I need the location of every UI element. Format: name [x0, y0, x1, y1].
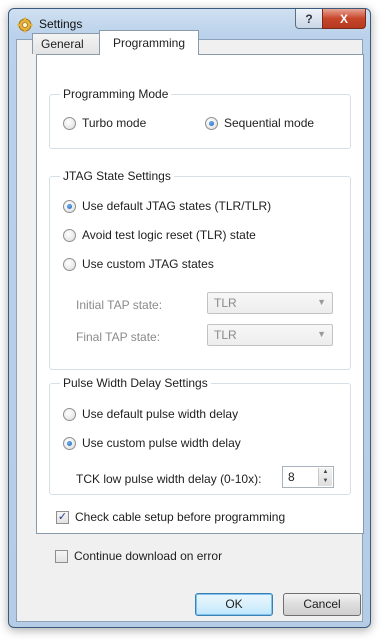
default-jtag-radio-indicator — [63, 199, 76, 213]
initial-tap-label: Initial TAP state: — [76, 298, 163, 312]
custom-pulse-label: Use custom pulse width delay — [82, 436, 241, 450]
sequential-mode-radio-indicator — [205, 116, 218, 130]
avoid-tlr-radio[interactable]: Avoid test logic reset (TLR) state — [63, 228, 256, 242]
default-jtag-radio[interactable]: Use default JTAG states (TLR/TLR) — [63, 199, 271, 213]
avoid-tlr-label: Avoid test logic reset (TLR) state — [82, 228, 256, 242]
continue-on-error-checkbox-box — [55, 549, 68, 563]
final-tap-value: TLR — [214, 328, 237, 342]
cancel-button[interactable]: Cancel — [283, 593, 361, 616]
programming-mode-title: Programming Mode — [60, 87, 172, 101]
pulse-width-title: Pulse Width Delay Settings — [60, 376, 211, 390]
settings-gear-icon — [17, 17, 33, 33]
custom-jtag-radio[interactable]: Use custom JTAG states — [63, 257, 214, 271]
close-button[interactable]: X — [322, 9, 366, 29]
final-tap-select[interactable]: TLR ▼ — [207, 324, 333, 346]
custom-pulse-radio-indicator — [63, 436, 76, 450]
stepper-buttons[interactable]: ▲ ▼ — [318, 468, 332, 486]
initial-tap-select[interactable]: TLR ▼ — [207, 292, 333, 314]
window-title: Settings — [39, 17, 83, 31]
pulse-width-group: Pulse Width Delay Settings Use default p… — [49, 376, 351, 495]
custom-jtag-radio-indicator — [63, 257, 76, 271]
default-pulse-radio[interactable]: Use default pulse width delay — [63, 407, 238, 421]
jtag-state-group: JTAG State Settings Use default JTAG sta… — [49, 169, 351, 370]
tab-general-label: General — [41, 37, 84, 51]
help-icon: ? — [305, 11, 313, 26]
check-cable-checkbox-box: ✓ — [56, 510, 69, 524]
default-pulse-label: Use default pulse width delay — [82, 407, 239, 421]
chevron-down-icon: ▼ — [317, 329, 326, 339]
final-tap-label: Final TAP state: — [76, 330, 161, 344]
stepper-up-icon[interactable]: ▲ — [319, 468, 332, 477]
tck-delay-value: 8 — [288, 470, 295, 484]
ok-button[interactable]: OK — [195, 593, 273, 616]
check-cable-checkbox[interactable]: ✓ Check cable setup before programming — [56, 510, 285, 524]
continue-on-error-checkbox[interactable]: Continue download on error — [55, 549, 222, 563]
initial-tap-value: TLR — [214, 296, 237, 310]
programming-mode-group: Programming Mode Turbo mode Sequential m… — [49, 87, 351, 149]
default-jtag-label: Use default JTAG states (TLR/TLR) — [82, 199, 272, 213]
tck-delay-stepper[interactable]: 8 ▲ ▼ — [282, 466, 334, 488]
turbo-mode-radio[interactable]: Turbo mode — [63, 116, 146, 130]
programming-tab-panel: Programming Mode Turbo mode Sequential m… — [36, 54, 364, 534]
stepper-down-icon[interactable]: ▼ — [319, 477, 332, 486]
chevron-down-icon: ▼ — [317, 297, 326, 307]
help-button[interactable]: ? — [295, 9, 323, 29]
tab-programming-label: Programming — [113, 36, 186, 50]
tab-programming[interactable]: Programming — [99, 30, 199, 55]
avoid-tlr-radio-indicator — [63, 228, 76, 242]
jtag-state-title: JTAG State Settings — [60, 169, 174, 183]
tab-general[interactable]: General — [32, 33, 100, 54]
check-cable-label: Check cable setup before programming — [75, 510, 286, 524]
turbo-mode-label: Turbo mode — [82, 116, 147, 130]
sequential-mode-radio[interactable]: Sequential mode — [205, 116, 314, 130]
custom-jtag-label: Use custom JTAG states — [82, 257, 214, 271]
default-pulse-radio-indicator — [63, 407, 76, 421]
tck-delay-label: TCK low pulse width delay (0-10x): — [76, 472, 262, 486]
close-icon: X — [339, 11, 348, 26]
custom-pulse-radio[interactable]: Use custom pulse width delay — [63, 436, 241, 450]
turbo-mode-radio-indicator — [63, 116, 76, 130]
sequential-mode-label: Sequential mode — [224, 116, 315, 130]
continue-on-error-label: Continue download on error — [74, 549, 223, 563]
